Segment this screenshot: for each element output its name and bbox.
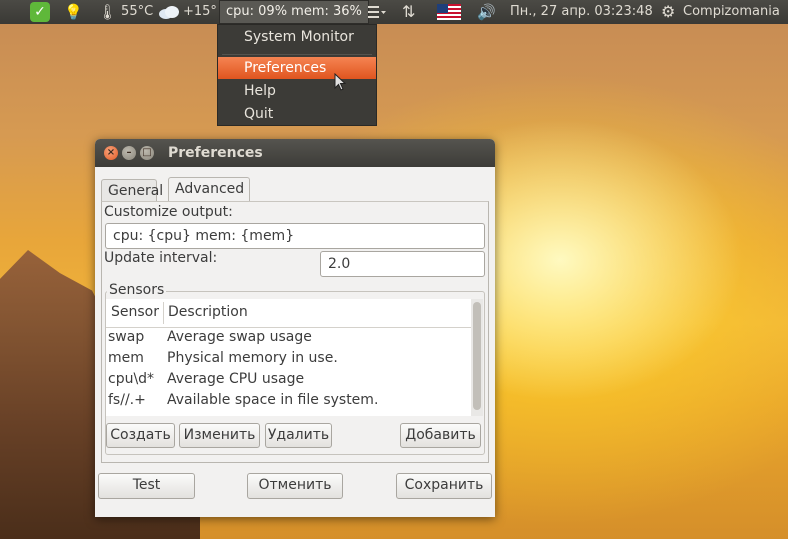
shield-check-icon[interactable]: ✓ <box>30 2 50 22</box>
menu-separator <box>222 54 372 55</box>
column-separator <box>163 302 164 324</box>
update-interval-input[interactable]: 2.0 <box>320 251 485 277</box>
lightbulb-icon[interactable]: 💡 <box>64 0 83 24</box>
window-title: Preferences <box>168 145 263 161</box>
customize-output-input[interactable]: cpu: {cpu} mem: {mem} <box>105 223 485 249</box>
tab-advanced[interactable]: Advanced <box>168 177 250 202</box>
sensor-cell: swap <box>108 329 145 345</box>
table-header: Sensor Description <box>106 299 471 328</box>
table-row[interactable]: cpu\d* Average CPU usage <box>106 369 471 390</box>
temperature-value: 55°C <box>121 4 154 19</box>
column-header-description[interactable]: Description <box>168 299 248 326</box>
cloud-icon <box>159 6 179 19</box>
temperature-indicator[interactable]: 🌡 55°C <box>98 0 153 24</box>
close-icon[interactable]: × <box>104 146 118 160</box>
edit-sensor-button[interactable]: Изменить <box>179 423 260 448</box>
add-sensor-button[interactable]: Добавить <box>400 423 481 448</box>
sensors-table[interactable]: Sensor Description swap Average swap usa… <box>106 299 471 416</box>
save-button[interactable]: Сохранить <box>396 473 492 499</box>
top-panel: ✓ 💡 🌡 55°C +15° cpu: 09% mem: 36% ⇅ 🔊 Пн… <box>0 0 788 24</box>
table-row[interactable]: fs//.+ Available space in file system. <box>106 390 471 411</box>
description-cell: Average swap usage <box>167 329 312 345</box>
update-interval-label: Update interval: <box>104 250 218 266</box>
user-name[interactable]: Compizomania <box>683 0 780 24</box>
window-titlebar[interactable]: × – □ Preferences <box>95 139 495 167</box>
table-scrollbar[interactable] <box>471 299 483 416</box>
description-cell: Available space in file system. <box>167 392 379 408</box>
scrollbar-thumb[interactable] <box>473 302 481 410</box>
sensor-cell: cpu\d* <box>108 371 155 387</box>
table-row[interactable]: mem Physical memory in use. <box>106 348 471 369</box>
table-row[interactable]: swap Average swap usage <box>106 327 471 348</box>
menu-item-system-monitor[interactable]: System Monitor <box>218 26 376 48</box>
menu-item-quit[interactable]: Quit <box>218 103 376 125</box>
customize-output-label: Customize output: <box>104 204 233 220</box>
menu-item-help[interactable]: Help <box>218 80 376 102</box>
maximize-icon[interactable]: □ <box>140 146 154 160</box>
test-button[interactable]: Test <box>98 473 195 499</box>
sensor-cell: fs//.+ <box>108 392 146 408</box>
menu-list-icon[interactable] <box>368 0 386 24</box>
menu-item-preferences[interactable]: Preferences <box>218 57 376 79</box>
description-cell: Average CPU usage <box>167 371 305 387</box>
weather-value: +15° <box>183 4 217 19</box>
network-arrows-icon[interactable]: ⇅ <box>402 0 415 24</box>
mouse-cursor-icon <box>334 73 346 91</box>
tab-bar: General Advanced <box>101 177 489 202</box>
thermometer-icon: 🌡 <box>98 3 118 21</box>
sensor-cell: mem <box>108 350 144 366</box>
preferences-window: × – □ Preferences General Advanced Custo… <box>95 139 495 517</box>
volume-icon[interactable]: 🔊 <box>477 0 496 24</box>
sysmon-indicator[interactable]: cpu: 09% mem: 36% <box>219 0 369 24</box>
cancel-button[interactable]: Отменить <box>247 473 343 499</box>
sysmon-menu: System Monitor Preferences Help Quit <box>217 24 377 126</box>
sensors-label: Sensors <box>107 282 167 298</box>
weather-indicator[interactable]: +15° <box>158 0 217 24</box>
delete-sensor-button[interactable]: Удалить <box>265 423 332 448</box>
keyboard-layout-flag-icon[interactable] <box>437 4 461 20</box>
column-header-sensor[interactable]: Sensor <box>111 299 159 326</box>
minimize-icon[interactable]: – <box>122 146 136 160</box>
gear-icon[interactable]: ⚙ <box>661 0 675 24</box>
tab-general[interactable]: General <box>101 179 163 201</box>
create-sensor-button[interactable]: Создать <box>106 423 175 448</box>
description-cell: Physical memory in use. <box>167 350 338 366</box>
clock[interactable]: Пн., 27 апр. 03:23:48 <box>510 0 653 24</box>
